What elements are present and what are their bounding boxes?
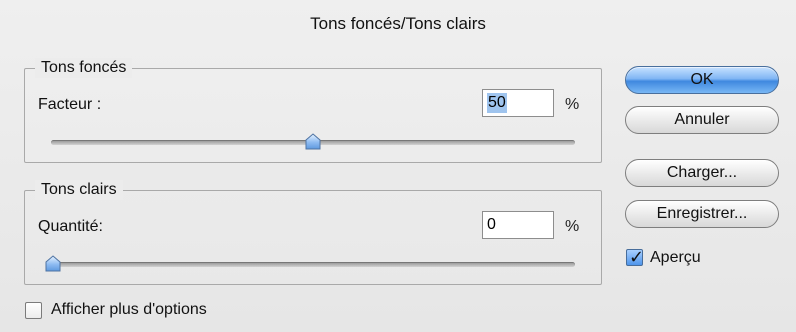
preview-label: Aperçu [650, 249, 701, 266]
ok-button[interactable]: OK [625, 66, 779, 94]
shadows-group-label: Tons foncés [35, 58, 133, 78]
highlights-group-label: Tons clairs [35, 180, 123, 200]
more-options-checkbox[interactable] [25, 302, 42, 319]
highlights-percent-label: % [565, 218, 580, 235]
highlights-slider-thumb[interactable] [44, 255, 62, 273]
highlights-amount-label: Quantité: [38, 218, 103, 235]
shadows-slider-thumb[interactable] [304, 133, 322, 151]
highlights-amount-input[interactable]: 0 [482, 211, 554, 239]
save-button[interactable]: Enregistrer... [625, 200, 779, 228]
checkmark-icon: ✓ [629, 247, 645, 267]
shadows-factor-input[interactable]: 50 [482, 89, 554, 117]
dialog-title: Tons foncés/Tons clairs [310, 14, 486, 33]
highlights-slider-track[interactable] [51, 262, 575, 267]
preview-checkbox[interactable]: ✓ [626, 247, 645, 267]
more-options-label: Afficher plus d'options [51, 301, 207, 318]
shadows-highlights-dialog: Tons foncés/Tons clairs Tons foncés Fact… [0, 0, 796, 332]
cancel-button[interactable]: Annuler [625, 106, 779, 134]
shadows-percent-label: % [565, 96, 580, 113]
shadows-factor-value: 50 [487, 93, 507, 113]
shadows-factor-label: Facteur : [38, 96, 102, 113]
load-button[interactable]: Charger... [625, 159, 779, 187]
